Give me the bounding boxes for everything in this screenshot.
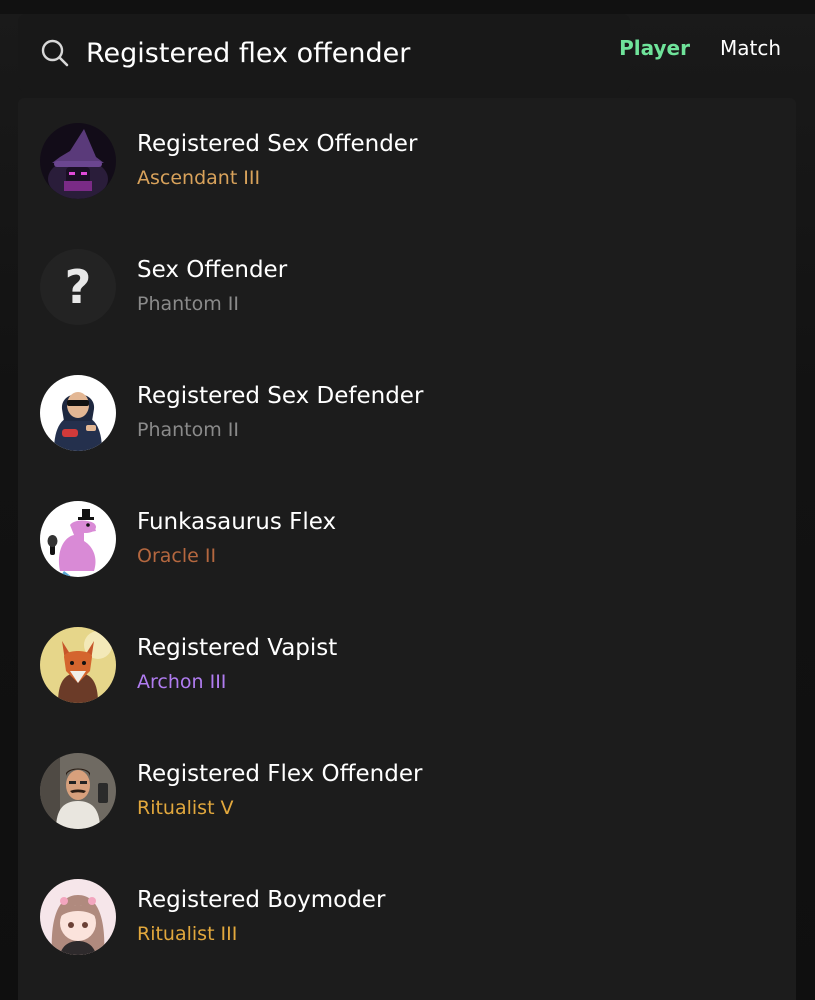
player-name: Registered Vapist bbox=[137, 635, 338, 661]
search-screen: Player Match Registered Sex Offender Asc… bbox=[0, 0, 815, 1000]
player-rank: Phantom II bbox=[137, 419, 240, 441]
anime-girl-avatar bbox=[40, 879, 116, 955]
svg-text:?: ? bbox=[65, 260, 92, 314]
tab-player[interactable]: Player bbox=[619, 36, 690, 60]
search-bar[interactable] bbox=[18, 14, 630, 92]
fox-avatar bbox=[40, 627, 116, 703]
tab-match[interactable]: Match bbox=[720, 36, 781, 60]
player-rank: Ritualist III bbox=[137, 923, 238, 945]
player-rank: Oracle II bbox=[137, 545, 217, 567]
player-result-row[interactable]: Registered Boymoder Ritualist III bbox=[18, 854, 796, 980]
unknown-avatar: ? bbox=[40, 249, 116, 325]
search-type-tabs: Player Match bbox=[619, 36, 781, 60]
player-result-row[interactable]: Registered Flex Offender Ritualist V bbox=[18, 728, 796, 854]
player-result-row[interactable]: Funkasaurus Flex Oracle II bbox=[18, 476, 796, 602]
player-result-row[interactable]: Registered Vapist Archon III bbox=[18, 602, 796, 728]
player-name: Registered Boymoder bbox=[137, 887, 386, 913]
player-result-row[interactable]: ? Sex Offender Phantom II bbox=[18, 224, 796, 350]
search-icon bbox=[41, 39, 69, 67]
player-rank: Archon III bbox=[137, 671, 227, 693]
player-name: Funkasaurus Flex bbox=[137, 509, 337, 535]
player-result-row[interactable]: Registered Sex Defender Phantom II bbox=[18, 350, 796, 476]
wizard-avatar bbox=[40, 123, 116, 199]
player-name: Registered Sex Defender bbox=[137, 383, 424, 409]
mustache-man-avatar bbox=[40, 753, 116, 829]
player-rank: Ritualist V bbox=[137, 797, 234, 819]
search-results-list: Registered Sex Offender Ascendant III ? … bbox=[18, 98, 796, 1000]
player-name: Registered Flex Offender bbox=[137, 761, 423, 787]
dinosaur-avatar bbox=[40, 501, 116, 577]
player-rank: Phantom II bbox=[137, 293, 240, 315]
player-name: Registered Sex Offender bbox=[137, 131, 418, 157]
player-result-row[interactable]: Registered Sex Offender Ascendant III bbox=[18, 98, 796, 224]
background-strip bbox=[0, 0, 815, 14]
player-name: Sex Offender bbox=[137, 257, 288, 283]
search-input[interactable] bbox=[86, 37, 606, 69]
player-rank: Ascendant III bbox=[137, 167, 261, 189]
hooded-man-avatar bbox=[40, 375, 116, 451]
